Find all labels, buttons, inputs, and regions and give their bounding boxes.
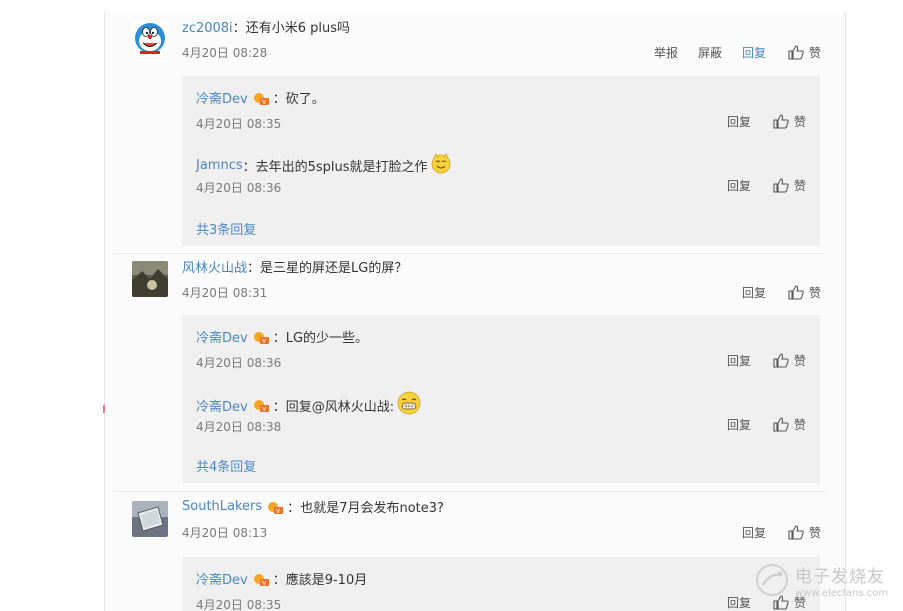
reply-time: 4月20日 08:36 xyxy=(196,356,282,370)
reply-actions: 回复 赞 xyxy=(707,177,806,194)
watermark-name: 电子发烧友 xyxy=(795,566,885,587)
reply-box: 冷斋Dev V ：應該是9-10月 4月20日 08:35 回复 赞 xyxy=(182,557,820,611)
comment-time: 4月20日 08:31 xyxy=(182,286,268,300)
reply-button[interactable]: 回复 xyxy=(742,284,766,301)
like-button[interactable]: 赞 xyxy=(773,416,806,433)
reply-box: 冷斋Dev V ：砍了。 4月20日 08:35 回复 赞 Jamncs：去年出… xyxy=(182,76,820,246)
like-button[interactable]: 赞 xyxy=(788,44,821,61)
reply-username[interactable]: 冷斋Dev xyxy=(196,396,248,415)
thumb-up-icon xyxy=(788,45,804,60)
reply-button[interactable]: 回复 xyxy=(727,416,751,433)
phone-avatar-icon xyxy=(132,501,168,537)
reply-actions: 回复 赞 xyxy=(707,113,806,130)
thumb-up-icon xyxy=(788,285,804,300)
comment-panel: zc2008i：还有小米6 plus吗 4月20日 08:28 举报 屏蔽 回复… xyxy=(104,12,846,611)
v-badge-icon: V xyxy=(252,91,270,106)
reply-button[interactable]: 回复 xyxy=(742,524,766,541)
comment-actions: 回复 赞 xyxy=(722,524,821,541)
comment-time: 4月20日 08:28 xyxy=(182,46,268,60)
doraemon-avatar-icon xyxy=(135,23,165,54)
reply-username[interactable]: 冷斋Dev xyxy=(196,88,248,107)
reply-time: 4月20日 08:36 xyxy=(196,181,282,195)
thumb-up-icon xyxy=(788,525,804,540)
reply-item: 冷斋Dev V ：砍了。 4月20日 08:35 回复 赞 xyxy=(196,88,806,148)
thumb-up-icon xyxy=(773,114,789,129)
watermark: 电子发烧友 www.elecfans.com xyxy=(755,555,895,605)
reply-button[interactable]: 回复 xyxy=(727,352,751,369)
reply-username[interactable]: 冷斋Dev xyxy=(196,327,248,346)
like-button[interactable]: 赞 xyxy=(773,352,806,369)
user-avatar[interactable] xyxy=(132,501,168,537)
reply-item: Jamncs：去年出的5splus就是打脸之作 4月20日 08:36 回复 赞 xyxy=(196,152,806,212)
smiley-emoji xyxy=(430,152,452,178)
more-replies-link[interactable]: 共4条回复 xyxy=(196,456,256,475)
reply-button[interactable]: 回复 xyxy=(727,594,751,611)
reply-time: 4月20日 08:35 xyxy=(196,117,282,131)
thumb-up-icon xyxy=(773,417,789,432)
reply-button[interactable]: 回复 xyxy=(727,113,751,130)
like-button[interactable]: 赞 xyxy=(773,113,806,130)
reply-username[interactable]: Jamncs xyxy=(196,158,243,173)
comment-actions: 举报 屏蔽 回复 赞 xyxy=(634,44,821,61)
comment-header: 风林火山战：是三星的屏还是LG的屏？ xyxy=(182,261,408,276)
thumb-up-icon xyxy=(773,353,789,368)
comment-header: zc2008i：还有小米6 plus吗 xyxy=(182,21,350,36)
landscape-avatar-icon xyxy=(132,261,168,297)
comment-username[interactable]: SouthLakers xyxy=(182,499,262,514)
report-button[interactable]: 举报 xyxy=(654,44,678,61)
more-replies-link[interactable]: 共3条回复 xyxy=(196,219,256,238)
v-badge-icon: V xyxy=(252,398,270,413)
reply-time: 4月20日 08:38 xyxy=(196,420,282,434)
comment-item: 风林火山战：是三星的屏还是LG的屏？ 4月20日 08:31 回复 赞 冷斋De… xyxy=(105,257,845,497)
reply-item: 冷斋Dev V ：回复@风林火山战: 4月20日 08:38 回复 赞 xyxy=(196,391,806,451)
comment-username[interactable]: 风林火山战 xyxy=(182,261,247,276)
reply-item: 冷斋Dev V ：應該是9-10月 4月20日 08:35 回复 赞 xyxy=(196,569,806,611)
divider xyxy=(113,253,825,254)
comment-item: SouthLakers V ：也就是7月会发布note3? 4月20日 08:1… xyxy=(105,497,845,611)
reply-text: 砍了。 xyxy=(285,92,325,107)
edge-marker xyxy=(103,405,105,413)
thumb-up-icon xyxy=(773,178,789,193)
like-button[interactable]: 赞 xyxy=(788,524,821,541)
v-badge-icon: V xyxy=(252,572,270,587)
comment-item: zc2008i：还有小米6 plus吗 4月20日 08:28 举报 屏蔽 回复… xyxy=(105,17,845,257)
reply-text: 應該是9-10月 xyxy=(285,573,368,588)
block-button[interactable]: 屏蔽 xyxy=(698,44,722,61)
reply-button[interactable]: 回复 xyxy=(727,177,751,194)
comment-header: SouthLakers V ：也就是7月会发布note3? xyxy=(182,499,444,516)
divider xyxy=(113,491,825,492)
v-badge-icon: V xyxy=(252,330,270,345)
comment-actions: 回复 赞 xyxy=(722,284,821,301)
watermark-url: www.elecfans.com xyxy=(795,587,889,599)
reply-box: 冷斋Dev V ： LG的少一些。 4月20日 08:36 回复 赞 冷斋Dev … xyxy=(182,315,820,483)
reply-button[interactable]: 回复 xyxy=(742,44,766,61)
reply-actions: 回复 赞 xyxy=(707,416,806,433)
v-badge-icon: V xyxy=(266,500,284,515)
reply-text: 去年出的5splus就是打脸之作 xyxy=(255,159,428,175)
grin-emoji xyxy=(396,391,422,419)
comment-text: 还有小米6 plus吗 xyxy=(245,21,350,36)
like-button[interactable]: 赞 xyxy=(773,177,806,194)
like-button[interactable]: 赞 xyxy=(788,284,821,301)
reply-actions: 回复 赞 xyxy=(707,352,806,369)
reply-username[interactable]: 冷斋Dev xyxy=(196,569,248,588)
reply-item: 冷斋Dev V ： LG的少一些。 4月20日 08:36 回复 赞 xyxy=(196,327,806,387)
user-avatar[interactable] xyxy=(132,21,168,57)
reply-time: 4月20日 08:35 xyxy=(196,598,282,611)
comment-username[interactable]: zc2008i xyxy=(182,21,233,36)
comment-time: 4月20日 08:13 xyxy=(182,526,268,540)
comment-text: 也就是7月会发布note3? xyxy=(300,501,444,516)
user-avatar[interactable] xyxy=(132,261,168,297)
elecfans-logo-icon xyxy=(756,564,788,596)
reply-text: LG的少一些。 xyxy=(285,331,369,346)
comment-text: 是三星的屏还是LG的屏？ xyxy=(260,261,408,276)
reply-text: 回复@风林火山战: xyxy=(285,399,395,415)
